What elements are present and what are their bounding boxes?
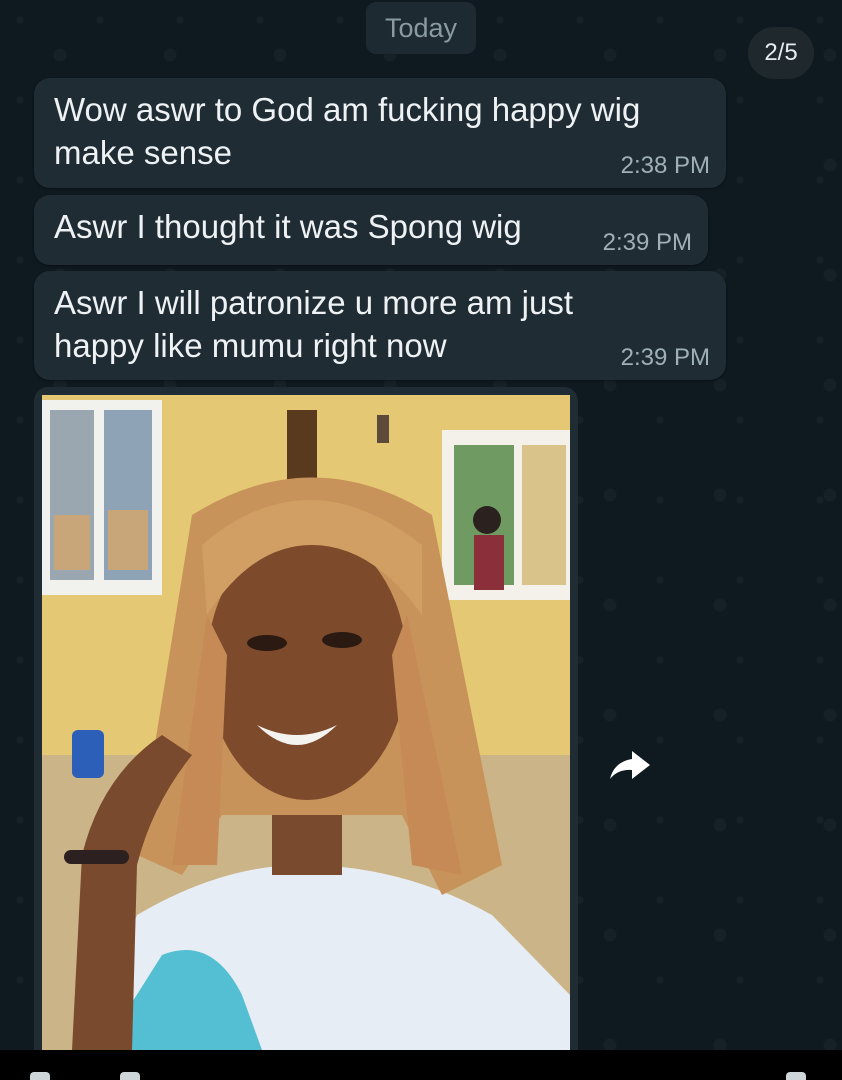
photo-message[interactable]	[34, 387, 578, 1050]
message-bubble[interactable]: Wow aswr to God am fucking happy wig mak…	[34, 78, 726, 188]
message-text: Aswr I will patronize u more am just hap…	[54, 284, 573, 364]
system-nav-bar	[0, 1050, 842, 1080]
nav-indicator-icon	[120, 1072, 140, 1080]
selfie-photo[interactable]	[42, 395, 570, 1050]
message-time: 2:39 PM	[620, 344, 710, 371]
date-separator: Today	[366, 2, 476, 54]
message-time: 2:38 PM	[620, 152, 710, 179]
page-counter: 2/5	[748, 27, 814, 79]
message-time: 2:39 PM	[602, 229, 692, 256]
nav-indicator-icon	[30, 1072, 50, 1080]
message-text: Wow aswr to God am fucking happy wig mak…	[54, 91, 641, 171]
message-text: Aswr I thought it was Spong wig	[54, 208, 522, 245]
forward-arrow-icon[interactable]	[606, 745, 654, 785]
nav-indicator-icon	[786, 1072, 806, 1080]
message-bubble[interactable]: Aswr I thought it was Spong wig 2:39 PM	[34, 195, 708, 265]
message-bubble[interactable]: Aswr I will patronize u more am just hap…	[34, 271, 726, 380]
